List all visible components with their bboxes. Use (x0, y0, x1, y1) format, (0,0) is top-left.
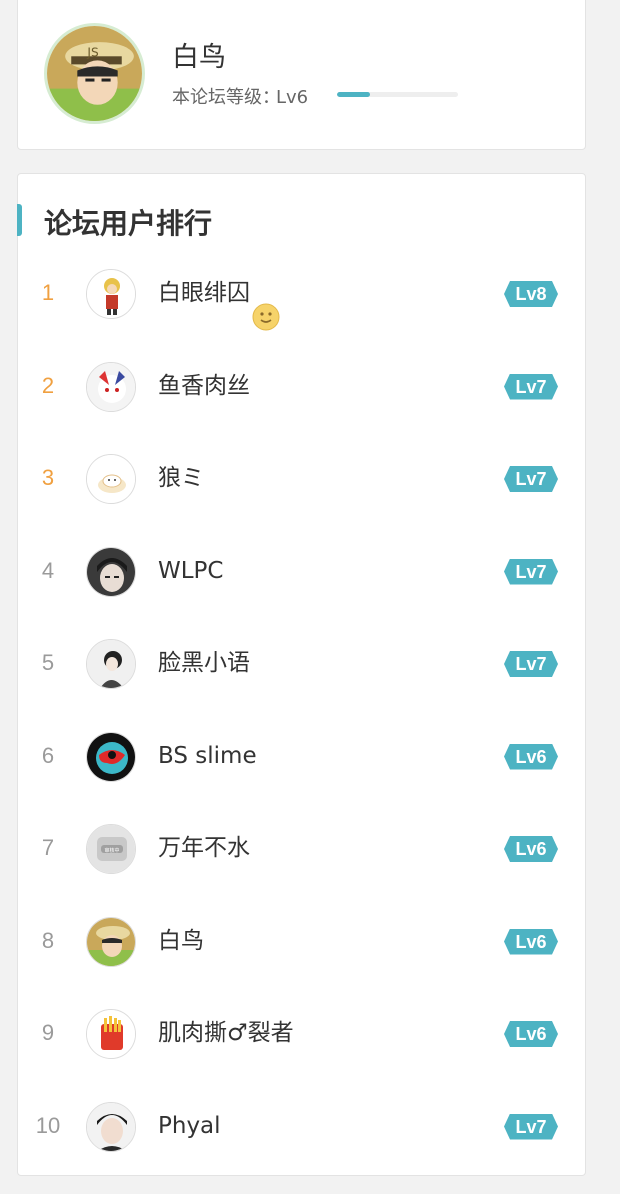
user-avatar[interactable] (86, 731, 136, 782)
user-avatar[interactable] (86, 639, 136, 689)
user-name[interactable]: 脸黑小语 (158, 617, 250, 710)
level-badge: Lv7 (504, 374, 558, 400)
rank-number: 10 (35, 1112, 61, 1138)
profile-level-label: 本论坛等级： (172, 87, 280, 108)
level-badge: Lv7 (504, 651, 558, 677)
user-name-text: WLPC (158, 557, 224, 584)
user-name-text: 脸黑小语 (158, 650, 250, 676)
user-avatar[interactable] (86, 269, 136, 319)
user-avatar[interactable] (86, 1101, 136, 1152)
profile-card: JS 白鸟 本论坛等级：Lv6 (17, 0, 586, 150)
level-badge: Lv6 (504, 744, 558, 770)
ranking-card: 论坛用户排行 1 白眼绯囚 Lv8 2 鱼香肉丝 Lv7 3 狼ミ Lv7 4 WLPC Lv7 5 脸黑… (17, 173, 586, 1176)
user-avatar[interactable] (86, 454, 136, 504)
profile-avatar[interactable]: JS (44, 23, 145, 124)
profile-level-row: 本论坛等级：Lv6 (172, 83, 308, 109)
rank-row[interactable]: 6 BS slime Lv6 (18, 710, 585, 803)
svg-text:审核中: 审核中 (104, 847, 119, 854)
rank-row[interactable]: 7 审核中 万年不水 Lv6 (18, 802, 585, 895)
rank-number: 5 (41, 650, 55, 675)
level-progress-fill (337, 92, 370, 97)
rank-row[interactable]: 8 白鸟 Lv6 (18, 895, 585, 988)
rank-number: 6 (41, 742, 55, 768)
rank-row[interactable]: 1 白眼绯囚 Lv8 (18, 247, 585, 340)
level-badge: Lv6 (504, 1021, 558, 1047)
user-name[interactable]: BS slime (158, 710, 257, 803)
rank-row[interactable]: 4 WLPC Lv7 (18, 525, 585, 618)
user-avatar[interactable]: 审核中 (86, 824, 136, 874)
user-name-text: 鱼香肉丝 (158, 372, 250, 399)
rank-number: 7 (41, 835, 55, 860)
user-name[interactable]: 万年不水 (158, 802, 250, 895)
user-name[interactable]: 狼ミ (158, 432, 204, 525)
level-badge: Lv8 (504, 281, 558, 307)
profile-level-value: Lv6 (276, 87, 309, 108)
section-accent-bar (17, 204, 22, 236)
rank-number: 4 (41, 557, 55, 583)
user-avatar[interactable] (86, 546, 136, 597)
level-badge: Lv6 (504, 929, 558, 955)
svg-text:JS: JS (86, 45, 99, 59)
rank-number: 3 (41, 465, 55, 490)
rank-row[interactable]: 5 脸黑小语 Lv7 (18, 617, 585, 710)
level-badge: Lv7 (504, 559, 558, 585)
level-badge: Lv7 (504, 466, 558, 492)
user-name[interactable]: 鱼香肉丝 (158, 340, 250, 433)
rank-row[interactable]: 3 狼ミ Lv7 (18, 432, 585, 525)
user-avatar[interactable] (86, 1009, 136, 1059)
rank-number: 1 (41, 280, 55, 305)
user-name[interactable]: 肌肉撕♂裂者 (158, 987, 294, 1080)
ranking-list: 1 白眼绯囚 Lv8 2 鱼香肉丝 Lv7 3 狼ミ Lv7 4 WLPC Lv7 5 脸黑小语 Lv7 6 B… (18, 247, 585, 1172)
user-avatar[interactable] (86, 916, 136, 967)
user-name-text: 白眼绯囚 (158, 280, 250, 306)
level-progress-bar (337, 92, 458, 97)
rank-row[interactable]: 10 Phyal Lv7 (18, 1080, 585, 1173)
user-name[interactable]: WLPC (158, 525, 224, 618)
rank-row[interactable]: 2 鱼香肉丝 Lv7 (18, 340, 585, 433)
user-name-text: Phyal (158, 1112, 221, 1139)
slightly-smiling-face-icon (252, 278, 280, 330)
rank-number: 2 (41, 372, 55, 398)
user-name[interactable]: 白眼绯囚 (158, 247, 280, 340)
user-name[interactable]: Phyal (158, 1080, 221, 1173)
rank-number: 9 (41, 1020, 55, 1045)
user-name-text: 万年不水 (158, 835, 250, 861)
profile-name: 白鸟 (172, 42, 226, 73)
user-avatar[interactable] (86, 361, 136, 412)
level-badge: Lv6 (504, 836, 558, 862)
rank-number: 8 (41, 927, 55, 953)
level-badge: Lv7 (504, 1114, 558, 1140)
user-name-text: 狼ミ (158, 465, 204, 491)
rank-row[interactable]: 9 肌肉撕♂裂者 Lv6 (18, 987, 585, 1080)
user-name-text: 白鸟 (158, 927, 204, 954)
user-name[interactable]: 白鸟 (158, 895, 204, 988)
section-title: 论坛用户排行 (44, 207, 213, 240)
user-name-text: BS slime (158, 742, 257, 769)
user-name-text: 肌肉撕♂裂者 (158, 1020, 294, 1046)
